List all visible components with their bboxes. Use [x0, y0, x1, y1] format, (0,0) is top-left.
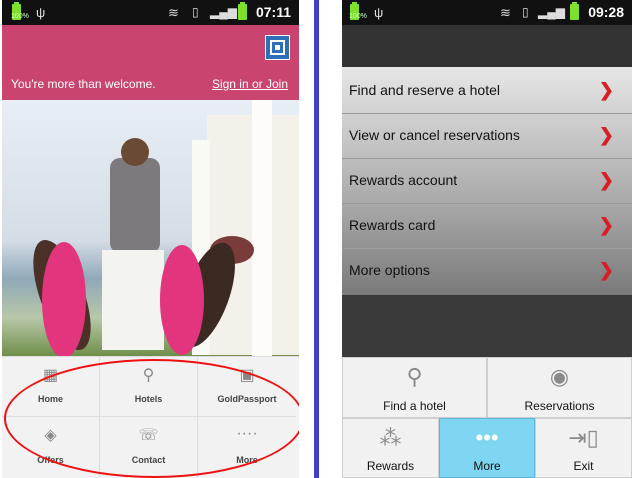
- tab-rewards[interactable]: ⁂ Rewards: [342, 418, 439, 478]
- chevron-right-icon: ❯: [598, 125, 614, 145]
- spinner-icon: ⁂: [379, 425, 402, 450]
- tab-label: Exit: [573, 459, 594, 473]
- dimmed-background: [342, 295, 632, 357]
- usb-icon: ψ: [36, 5, 46, 20]
- sim-icon: ▯: [192, 5, 199, 19]
- menu-item-label: Rewards card: [349, 217, 436, 233]
- status-bar: 100% ψ ≋ ▯ ▂▄▆ 09:28: [342, 0, 632, 25]
- app-logo-icon[interactable]: [265, 35, 290, 60]
- divider-line: [314, 0, 319, 478]
- status-bar: 100% ψ ≋ ▯ ▂▄▆ 07:11: [2, 0, 299, 25]
- search-icon: ⚲: [406, 364, 423, 389]
- tab-find-hotel[interactable]: ⚲ Find a hotel: [342, 357, 487, 418]
- usb-icon: ψ: [374, 5, 384, 20]
- tab-label: Rewards: [366, 459, 415, 473]
- battery-icon: [570, 2, 579, 20]
- welcome-text: You're more than welcome.: [11, 77, 156, 91]
- signal-icon: ▂▄▆: [210, 5, 237, 19]
- chevron-right-icon: ❯: [598, 80, 614, 100]
- left-phone-screen: 100% ψ ≋ ▯ ▂▄▆ 07:11 You're more than we…: [2, 0, 299, 478]
- hero-photo: [2, 100, 299, 356]
- wifi-icon: ≋: [168, 5, 179, 20]
- clock: 09:28: [588, 4, 624, 20]
- sim-icon: ▯: [522, 5, 529, 19]
- battery-percent-badge: 100%: [349, 13, 367, 20]
- menu-item-label: Find and reserve a hotel: [349, 82, 500, 98]
- more-options-menu: Find and reserve a hotel ❯ View or cance…: [342, 67, 632, 295]
- menu-item-label: Rewards account: [349, 172, 458, 188]
- chevron-right-icon: ❯: [598, 170, 614, 190]
- globe-icon: ◉: [549, 364, 570, 389]
- exit-icon: ⇥▯: [568, 425, 599, 450]
- signal-icon: ▂▄▆: [538, 5, 565, 19]
- right-phone-screen: 100% ψ ≋ ▯ ▂▄▆ 09:28 Find and reserve a …: [342, 0, 632, 478]
- battery-icon: [238, 2, 247, 20]
- chevron-right-icon: ❯: [598, 260, 614, 280]
- more-icon: •••: [475, 425, 499, 450]
- menu-item-find-reserve[interactable]: Find and reserve a hotel ❯: [342, 69, 632, 114]
- menu-item-label: More options: [349, 262, 430, 278]
- menu-item-more-options[interactable]: More options ❯: [342, 249, 632, 293]
- tab-label: Find a hotel: [383, 399, 446, 413]
- menu-item-rewards-account[interactable]: Rewards account ❯: [342, 159, 632, 204]
- signin-link[interactable]: Sign in or Join: [212, 77, 288, 91]
- welcome-banner: You're more than welcome. Sign in or Joi…: [2, 25, 299, 100]
- menu-item-view-cancel[interactable]: View or cancel reservations ❯: [342, 114, 632, 159]
- tab-more[interactable]: ••• More: [439, 418, 535, 478]
- tab-label: Reservations: [524, 399, 595, 413]
- menu-item-rewards-card[interactable]: Rewards card ❯: [342, 204, 632, 249]
- person-with-pillows-image: [33, 138, 254, 356]
- chevron-right-icon: ❯: [598, 215, 614, 235]
- clock: 07:11: [255, 4, 291, 20]
- tab-reservations[interactable]: ◉ Reservations: [487, 357, 632, 418]
- annotation-ellipse: [4, 359, 299, 478]
- tab-exit[interactable]: ⇥▯ Exit: [535, 418, 632, 478]
- wifi-icon: ≋: [500, 5, 511, 20]
- options-menu-tabs: ⚲ Find a hotel ◉ Reservations ⁂ Rewards …: [342, 357, 632, 478]
- battery-percent-badge: 100%: [11, 13, 29, 20]
- dimmed-header: [342, 25, 632, 65]
- menu-item-label: View or cancel reservations: [349, 127, 520, 143]
- tab-label: More: [473, 459, 501, 473]
